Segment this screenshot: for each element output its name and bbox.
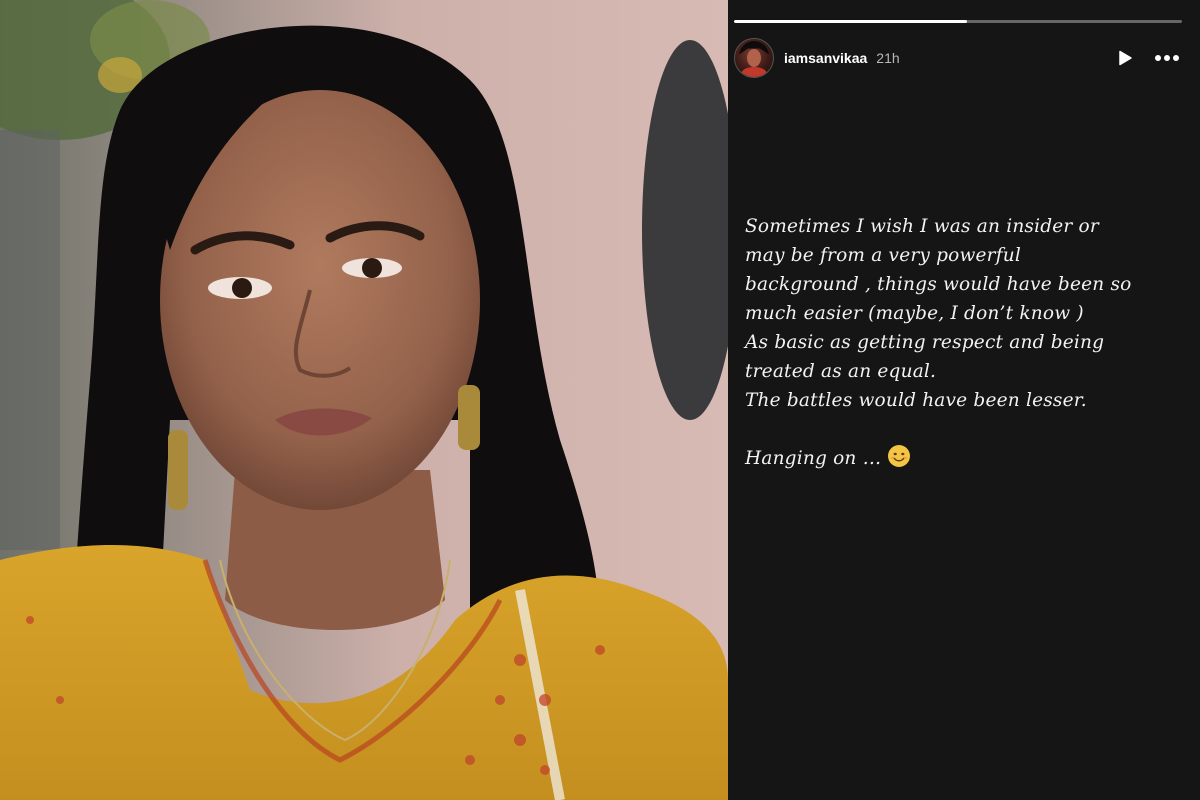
- avatar[interactable]: [734, 38, 774, 78]
- smiling-face-icon: [888, 445, 911, 467]
- more-options-icon: [1155, 55, 1179, 61]
- story-header: iamsanvikaa 21h: [734, 38, 1182, 78]
- story-text-spacer: [745, 415, 1185, 444]
- story-closing-text: Hanging on …: [745, 448, 882, 469]
- story-screen: iamsanvikaa 21h Sometimes I wish I was a…: [0, 0, 1200, 800]
- portrait-illustration: [0, 0, 728, 800]
- header-actions: [1112, 45, 1182, 71]
- story-progress-fill: [734, 20, 967, 23]
- story-text-line: The battles would have been lesser.: [745, 390, 1087, 411]
- avatar-face: [747, 49, 761, 67]
- avatar-shirt: [741, 67, 767, 77]
- story-text-line: treated as an equal.: [745, 361, 937, 382]
- username-link[interactable]: iamsanvikaa: [784, 50, 867, 66]
- story-progress-bar: [734, 20, 1182, 23]
- story-panel[interactable]: iamsanvikaa 21h Sometimes I wish I was a…: [728, 0, 1200, 800]
- story-text-line: may be from a very powerful: [745, 245, 1021, 266]
- more-options-button[interactable]: [1154, 45, 1180, 71]
- story-text: Sometimes I wish I was an insider or may…: [745, 212, 1185, 473]
- story-text-line: much easier (maybe, I don’t know ): [745, 303, 1084, 324]
- play-icon: [1119, 50, 1132, 66]
- story-closing-line: Hanging on …: [745, 444, 1185, 473]
- story-text-line: As basic as getting respect and being: [745, 332, 1105, 353]
- story-text-line: Sometimes I wish I was an insider or: [745, 216, 1099, 237]
- story-timestamp: 21h: [876, 50, 900, 66]
- story-text-line: background , things would have been so: [745, 274, 1132, 295]
- portrait-photo: [0, 0, 728, 800]
- play-button[interactable]: [1112, 45, 1138, 71]
